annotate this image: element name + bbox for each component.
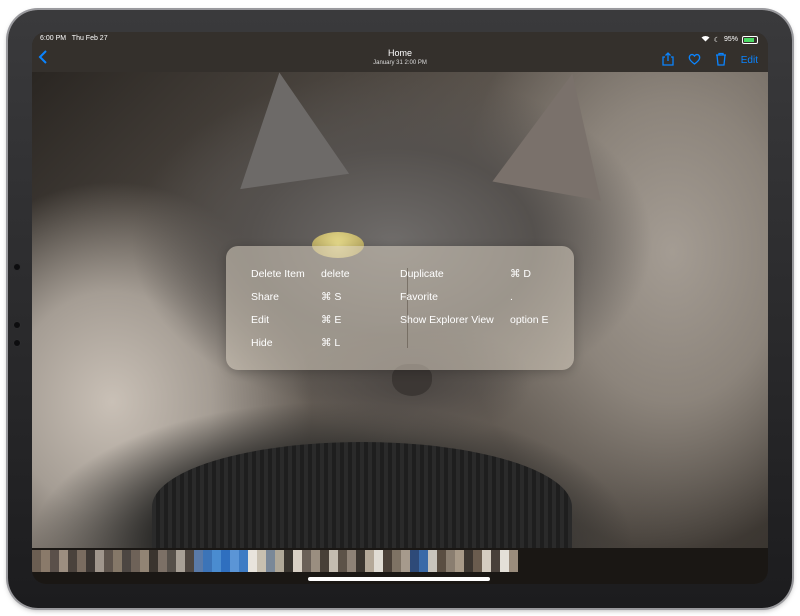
filmstrip-thumbnail[interactable]: [329, 550, 338, 572]
filmstrip-thumbnail[interactable]: [149, 550, 158, 572]
filmstrip-thumbnail[interactable]: [338, 550, 347, 572]
shortcut-label: Show Explorer View: [400, 314, 494, 326]
filmstrip-thumbnail[interactable]: [437, 550, 446, 572]
filmstrip-thumbnail[interactable]: [410, 550, 419, 572]
filmstrip-thumbnail[interactable]: [59, 550, 68, 572]
status-time: 6:00 PM Thu Feb 27: [40, 35, 108, 42]
shortcut-label: Favorite: [400, 291, 438, 303]
filmstrip-thumbnail[interactable]: [194, 550, 203, 572]
side-sensor-dot: [14, 264, 20, 270]
filmstrip-thumbnail[interactable]: [248, 550, 257, 572]
filmstrip-thumbnail[interactable]: [446, 550, 455, 572]
filmstrip-thumbnail[interactable]: [86, 550, 95, 572]
filmstrip-thumbnail[interactable]: [455, 550, 464, 572]
filmstrip-thumbnail[interactable]: [284, 550, 293, 572]
favorite-button[interactable]: [688, 53, 701, 68]
filmstrip-thumbnail[interactable]: [509, 550, 518, 572]
filmstrip-thumbnail[interactable]: [185, 550, 194, 572]
filmstrip-thumbnail[interactable]: [473, 550, 482, 572]
nav-subtitle: January 31 2:00 PM: [373, 60, 427, 66]
nav-title: Home: [387, 48, 412, 58]
filmstrip-thumbnail[interactable]: [113, 550, 122, 572]
filmstrip-thumbnail[interactable]: [176, 550, 185, 572]
shortcut-label: Hide: [251, 337, 273, 349]
filmstrip-thumbnail[interactable]: [212, 550, 221, 572]
shortcut-label: Delete Item: [251, 268, 305, 280]
filmstrip-thumbnail[interactable]: [491, 550, 500, 572]
filmstrip-thumbnail[interactable]: [392, 550, 401, 572]
shortcut-label: Share: [251, 291, 280, 303]
moon-icon: ☾: [713, 36, 720, 44]
share-button[interactable]: [662, 52, 674, 69]
wifi-icon: [701, 35, 710, 44]
screen: 6:00 PM Thu Feb 27 ☾ 95% Home January 31…: [32, 32, 768, 584]
filmstrip-thumbnail[interactable]: [77, 550, 86, 572]
shortcut-keys: ⌘ D: [510, 268, 531, 280]
filmstrip-thumbnail[interactable]: [68, 550, 77, 572]
edit-button[interactable]: Edit: [741, 55, 758, 66]
filmstrip-thumbnail[interactable]: [365, 550, 374, 572]
filmstrip-thumbnail[interactable]: [383, 550, 392, 572]
filmstrip-thumbnail[interactable]: [167, 550, 176, 572]
trash-icon: [715, 52, 726, 66]
status-icons: ☾ 95%: [701, 35, 758, 44]
filmstrip-thumbnail[interactable]: [140, 550, 149, 572]
filmstrip-thumbnail[interactable]: [104, 550, 113, 572]
filmstrip-thumbnail[interactable]: [419, 550, 428, 572]
filmstrip-thumbnail[interactable]: [482, 550, 491, 572]
filmstrip-thumbnail[interactable]: [311, 550, 320, 572]
filmstrip-thumbnail[interactable]: [50, 550, 59, 572]
filmstrip-thumbnail[interactable]: [302, 550, 311, 572]
filmstrip-thumbnail[interactable]: [320, 550, 329, 572]
shortcut-keys: ⌘ E: [321, 314, 342, 326]
filmstrip-thumbnail[interactable]: [275, 550, 284, 572]
side-sensor-dot: [14, 340, 20, 346]
filmstrip-thumbnail[interactable]: [158, 550, 167, 572]
top-bar: 6:00 PM Thu Feb 27 ☾ 95% Home January 31…: [32, 32, 768, 72]
shortcut-keys: option E: [510, 314, 549, 326]
status-time-text: 6:00 PM: [40, 35, 67, 42]
shortcut-keys: delete: [321, 268, 350, 280]
filmstrip-thumbnail[interactable]: [131, 550, 140, 572]
delete-button[interactable]: [715, 52, 727, 69]
heart-icon: [688, 53, 701, 65]
battery-icon: [742, 35, 758, 44]
filmstrip-thumbnail[interactable]: [230, 550, 239, 572]
filmstrip-thumbnail[interactable]: [266, 550, 275, 572]
shortcut-label: Duplicate: [400, 268, 444, 280]
filmstrip-thumbnail[interactable]: [41, 550, 50, 572]
shortcut-keys: .: [510, 291, 513, 303]
filmstrip-thumbnail[interactable]: [257, 550, 266, 572]
filmstrip-thumbnail[interactable]: [464, 550, 473, 572]
keyboard-shortcuts-overlay: Delete Item delete Share ⌘ S Edit ⌘ E Hi…: [226, 246, 574, 370]
shortcut-keys: ⌘ L: [321, 337, 341, 349]
filmstrip-thumbnail[interactable]: [95, 550, 104, 572]
cat-ear: [492, 72, 622, 201]
filmstrip-thumbnail[interactable]: [293, 550, 302, 572]
filmstrip-thumbnail[interactable]: [221, 550, 230, 572]
home-indicator[interactable]: [308, 577, 490, 581]
filmstrip-thumbnail[interactable]: [347, 550, 356, 572]
knit-fabric: [152, 442, 572, 548]
filmstrip[interactable]: [32, 548, 768, 584]
filmstrip-thumbnail[interactable]: [500, 550, 509, 572]
shortcut-label: Edit: [251, 314, 270, 326]
filmstrip-thumbnail[interactable]: [356, 550, 365, 572]
thumbnail-strip[interactable]: [32, 550, 518, 572]
filmstrip-thumbnail[interactable]: [239, 550, 248, 572]
side-sensor-dot: [14, 322, 20, 328]
filmstrip-thumbnail[interactable]: [374, 550, 383, 572]
status-date-text: Thu Feb 27: [71, 35, 108, 42]
filmstrip-thumbnail[interactable]: [401, 550, 410, 572]
shortcut-keys: ⌘ S: [321, 291, 342, 303]
filmstrip-thumbnail[interactable]: [428, 550, 437, 572]
nav-actions: Edit: [662, 52, 758, 69]
filmstrip-thumbnail[interactable]: [122, 550, 131, 572]
battery-percent: 95%: [723, 36, 738, 43]
cat-ear: [224, 72, 350, 190]
filmstrip-thumbnail[interactable]: [32, 550, 41, 572]
filmstrip-thumbnail[interactable]: [203, 550, 212, 572]
share-icon: [662, 52, 674, 66]
